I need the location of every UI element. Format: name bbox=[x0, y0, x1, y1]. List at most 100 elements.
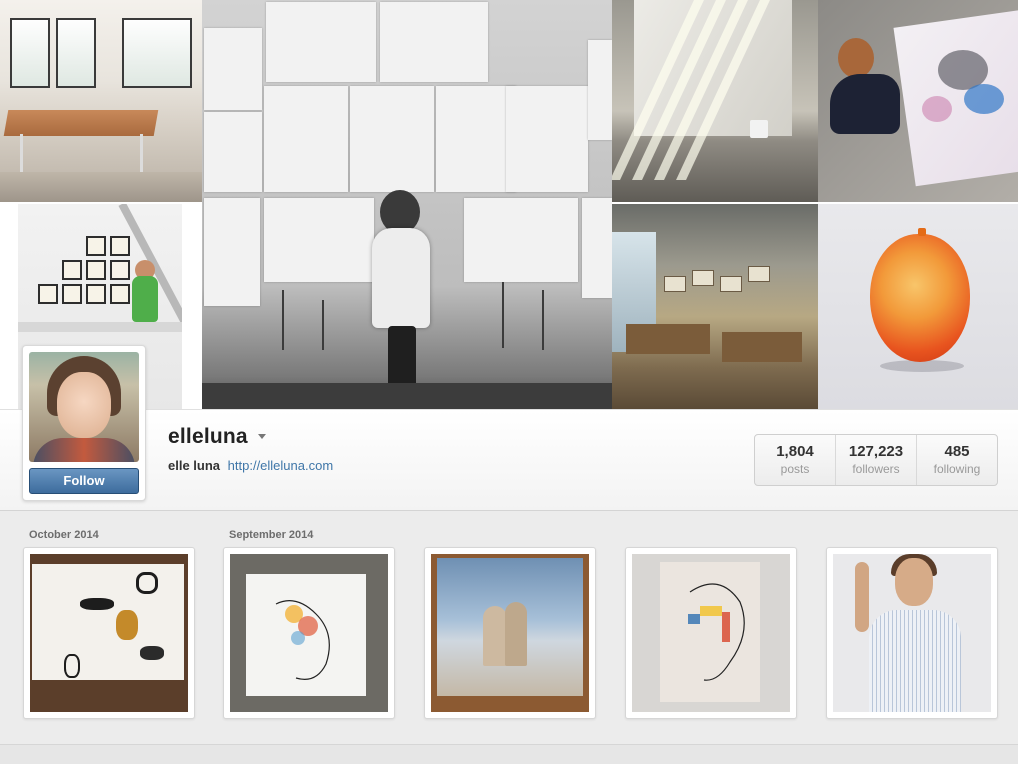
figure-shape bbox=[505, 602, 527, 666]
avatar-shirt-shape bbox=[33, 438, 135, 462]
stat-followers[interactable]: 127,223 followers bbox=[836, 435, 917, 485]
paint-drip bbox=[322, 300, 324, 350]
wooden-table-shape bbox=[3, 110, 159, 136]
mosaic-photo-studio-interior[interactable] bbox=[612, 204, 818, 409]
paper-shape bbox=[32, 564, 184, 680]
username[interactable]: elleluna bbox=[168, 425, 248, 449]
floor-shape bbox=[0, 172, 202, 202]
head-shape bbox=[895, 558, 933, 606]
paper-sheet bbox=[464, 198, 578, 282]
mosaic-photo-loft[interactable] bbox=[0, 0, 202, 202]
paper-sheet bbox=[264, 198, 374, 282]
frame-shape bbox=[62, 260, 82, 280]
website-link[interactable]: http://elleluna.com bbox=[228, 458, 334, 473]
frame-shape bbox=[38, 284, 58, 304]
child-head-shape bbox=[838, 38, 874, 78]
desk-shape bbox=[626, 324, 710, 354]
profile-bio: elle luna http://elleluna.com bbox=[168, 458, 333, 473]
chevron-down-icon[interactable] bbox=[258, 434, 266, 439]
arm-shape bbox=[855, 562, 869, 632]
stat-label: following bbox=[933, 462, 981, 476]
stat-following[interactable]: 485 following bbox=[917, 435, 997, 485]
stat-label: followers bbox=[852, 462, 900, 476]
avatar-card: Follow bbox=[22, 345, 146, 501]
window-shape bbox=[10, 18, 50, 88]
desk-shape bbox=[722, 332, 802, 362]
paint-mark bbox=[64, 654, 80, 678]
follow-button[interactable]: Follow bbox=[29, 468, 139, 494]
frame-shape bbox=[86, 284, 106, 304]
paint-splash bbox=[964, 84, 1004, 114]
stat-label: posts bbox=[780, 462, 810, 476]
stem-shape bbox=[918, 228, 926, 236]
stat-value: 127,223 bbox=[848, 443, 904, 460]
paint-mark bbox=[140, 646, 164, 660]
window-shape bbox=[56, 18, 96, 88]
full-name: elle luna bbox=[168, 458, 221, 473]
post-thumbnail[interactable] bbox=[424, 547, 596, 719]
header-photo-mosaic bbox=[0, 0, 1018, 409]
mosaic-photo-child-painting[interactable] bbox=[818, 0, 1018, 202]
paint-splash bbox=[922, 96, 952, 122]
month-label: October 2014 bbox=[29, 529, 99, 541]
frame-shape bbox=[86, 236, 106, 256]
window-shape bbox=[122, 18, 192, 88]
month-label: September 2014 bbox=[229, 529, 314, 541]
frame-shape bbox=[110, 260, 130, 280]
frame-shape bbox=[62, 284, 82, 304]
avatar-face-shape bbox=[57, 372, 111, 438]
child-body-shape bbox=[830, 74, 900, 134]
post-thumbnail[interactable] bbox=[625, 547, 797, 719]
paint-mark bbox=[80, 598, 114, 610]
paint-mark bbox=[116, 610, 138, 640]
post-image-abstract-sketch bbox=[30, 554, 188, 712]
child-body-shape bbox=[132, 276, 158, 322]
line-drawing bbox=[275, 600, 330, 680]
board-shape bbox=[692, 270, 714, 286]
stat-posts[interactable]: 1,804 posts bbox=[755, 435, 836, 485]
mosaic-photo-sunlit-studio[interactable] bbox=[612, 0, 818, 202]
paint-drip bbox=[542, 290, 544, 350]
ledge-shape bbox=[18, 322, 182, 332]
post-thumbnail[interactable] bbox=[23, 547, 195, 719]
paper-sheet bbox=[266, 2, 376, 82]
girl-body-shape bbox=[372, 228, 430, 328]
line-drawing bbox=[688, 583, 745, 681]
paint-mark bbox=[136, 572, 158, 594]
paint-drip bbox=[502, 282, 504, 348]
board-shape bbox=[664, 276, 686, 292]
post-image-line-face bbox=[230, 554, 388, 712]
post-thumbnail[interactable] bbox=[826, 547, 998, 719]
post-image-portrait-sketch bbox=[632, 554, 790, 712]
post-image-selfie bbox=[833, 554, 991, 712]
figure-shape bbox=[483, 606, 507, 666]
board-shape bbox=[720, 276, 742, 292]
paper-sheet bbox=[350, 86, 434, 192]
bottom-bar bbox=[0, 744, 1018, 764]
mosaic-photo-paper-wall[interactable] bbox=[202, 0, 612, 409]
paint-drip bbox=[282, 290, 284, 350]
profile-stats: 1,804 posts 127,223 followers 485 follow… bbox=[754, 434, 998, 486]
orange-shape bbox=[870, 234, 970, 362]
post-thumbnail[interactable] bbox=[223, 547, 395, 719]
paper-sheet bbox=[436, 86, 516, 192]
paper-sheet bbox=[582, 198, 612, 298]
paper-sheet bbox=[506, 86, 588, 192]
floor-shape bbox=[202, 383, 612, 409]
avatar[interactable] bbox=[29, 352, 139, 462]
stat-value: 485 bbox=[944, 443, 970, 460]
frame-shape bbox=[110, 236, 130, 256]
bucket-shape bbox=[750, 120, 768, 138]
paper-sheet bbox=[588, 40, 612, 140]
frame-shape bbox=[110, 284, 130, 304]
mosaic-photo-orange[interactable] bbox=[818, 204, 1018, 409]
post-image-beach-watercolor bbox=[431, 554, 589, 712]
paper-sheet bbox=[264, 86, 348, 192]
paper-sheet bbox=[204, 112, 262, 192]
paper-sheet bbox=[204, 198, 260, 306]
paper-sheet bbox=[380, 2, 488, 82]
stat-value: 1,804 bbox=[776, 443, 814, 460]
board-shape bbox=[748, 266, 770, 282]
frame-shape bbox=[86, 260, 106, 280]
paper-sheet bbox=[204, 28, 262, 110]
